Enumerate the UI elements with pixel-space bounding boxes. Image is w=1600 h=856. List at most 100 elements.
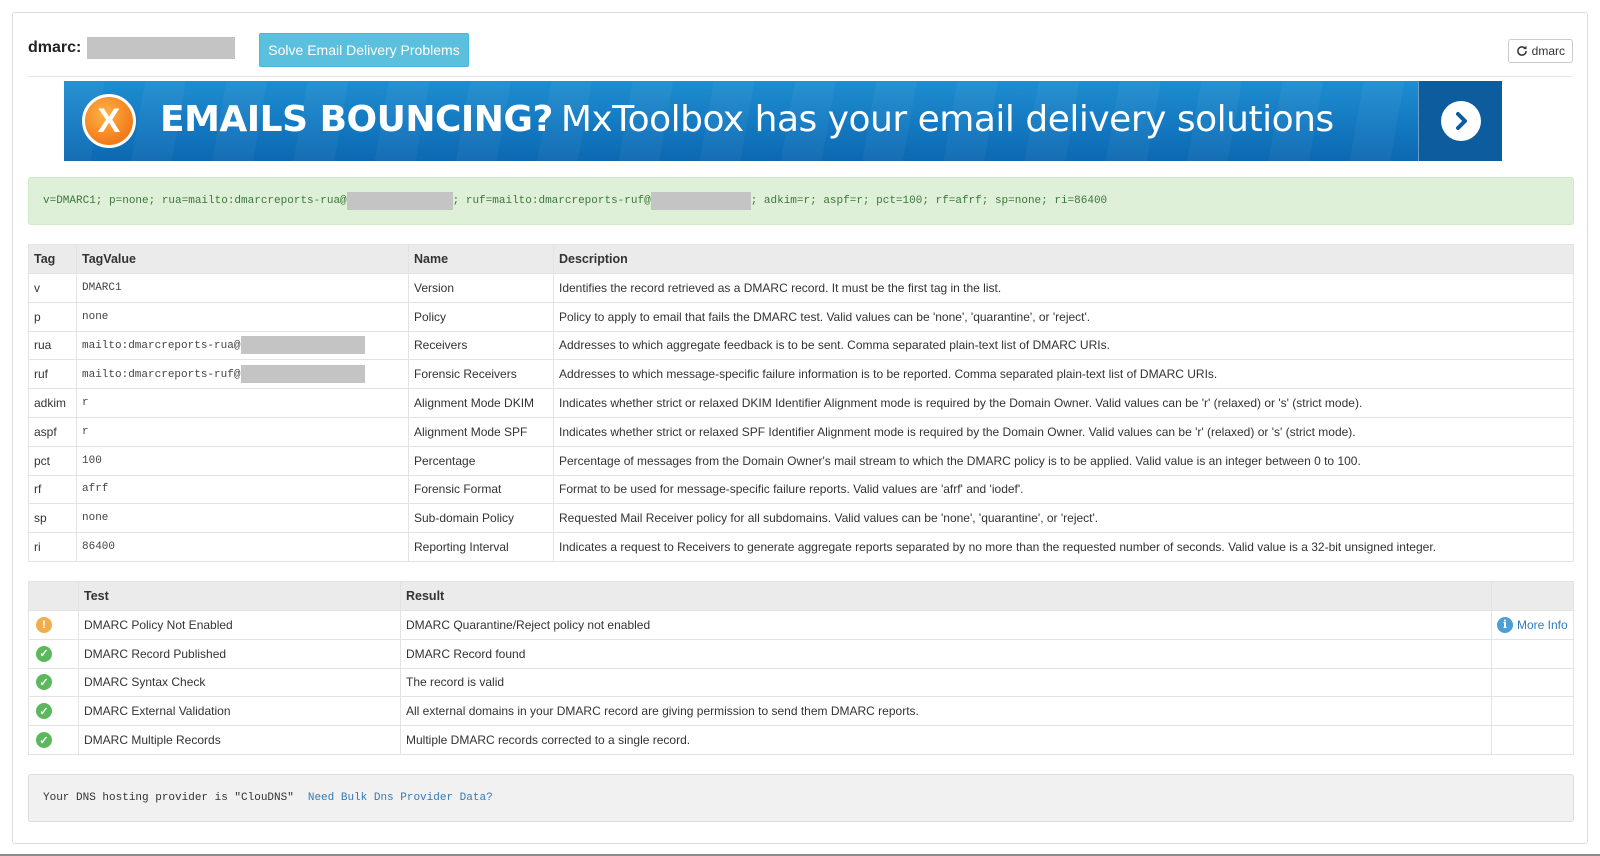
solve-email-delivery-button[interactable]: Solve Email Delivery Problems	[259, 33, 469, 67]
description-cell: Percentage of messages from the Domain O…	[553, 445, 1574, 476]
status-cell: !	[28, 610, 79, 640]
table-row: p none Policy Policy to apply to email t…	[28, 301, 1574, 332]
banner-arrow-area[interactable]	[1418, 81, 1502, 161]
name-cell: Reporting Interval	[408, 532, 554, 562]
description-cell: Identifies the record retrieved as a DMA…	[553, 273, 1574, 303]
table-row: ruf mailto:dmarcreports-ruf@ Forensic Re…	[28, 359, 1574, 390]
name-cell: Percentage	[408, 445, 554, 476]
result-cell: The record is valid	[400, 667, 1492, 698]
tag-cell: aspf	[28, 416, 77, 447]
refresh-icon	[1516, 45, 1527, 56]
description-cell: Addresses to which message-specific fail…	[553, 359, 1574, 390]
tagvalue-text: mailto:dmarcreports-rua@	[82, 340, 241, 353]
domain-redacted	[87, 37, 235, 59]
tagvalue-cell: mailto:dmarcreports-ruf@	[76, 359, 409, 390]
name-cell: Sub-domain Policy	[408, 503, 554, 534]
bulk-dns-provider-link[interactable]: Need Bulk Dns Provider Data?	[308, 792, 493, 804]
more-info-link[interactable]: i More Info	[1497, 616, 1568, 633]
tag-cell: pct	[28, 445, 77, 476]
banner-tagline: MxToolbox has your email delivery soluti…	[560, 99, 1334, 140]
more-info-cell	[1491, 667, 1574, 698]
refresh-dmarc-button[interactable]: dmarc	[1507, 39, 1573, 63]
table-row: ✓ DMARC Syntax Check The record is valid	[28, 667, 1574, 698]
description-cell: Format to be used for message-specific f…	[553, 474, 1574, 505]
tagvalue-cell: mailto:dmarcreports-rua@	[76, 330, 409, 361]
info-icon: i	[1497, 616, 1513, 633]
warning-icon: !	[36, 616, 52, 633]
table-row: aspf r Alignment Mode SPF Indicates whet…	[28, 416, 1574, 447]
col-tagvalue: TagValue	[76, 244, 409, 274]
description-cell: Requested Mail Receiver policy for all s…	[553, 503, 1574, 534]
tagvalue-text: mailto:dmarcreports-ruf@	[82, 369, 241, 382]
banner-headline: EMAILS BOUNCING?	[160, 99, 553, 140]
more-info-label: More Info	[1517, 617, 1568, 632]
status-cell: ✓	[28, 696, 79, 727]
chevron-right-icon	[1440, 101, 1481, 141]
table-row: ri 86400 Reporting Interval Indicates a …	[28, 532, 1574, 562]
check-icon: ✓	[36, 732, 52, 749]
tag-cell: ruf	[28, 359, 77, 390]
dmarc-result-panel: dmarc: Solve Email Delivery Problems dma…	[12, 12, 1588, 844]
status-cell: ✓	[28, 638, 79, 669]
more-info-cell	[1491, 696, 1574, 727]
status-cell: ✓	[28, 725, 79, 755]
result-cell: DMARC Quarantine/Reject policy not enabl…	[400, 610, 1492, 640]
check-icon: ✓	[36, 674, 52, 691]
tagvalue-cell: none	[76, 503, 409, 534]
col-description: Description	[553, 244, 1574, 274]
dns-provider-box: Your DNS hosting provider is "ClouDNS" N…	[28, 774, 1574, 822]
tag-cell: rua	[28, 330, 77, 361]
tag-cell: v	[28, 273, 77, 303]
tagvalue-cell: DMARC1	[76, 273, 409, 303]
rua-domain-redacted	[241, 336, 366, 355]
tag-cell: adkim	[28, 388, 77, 418]
x-logo-icon: X	[82, 94, 136, 148]
result-header: dmarc: Solve Email Delivery Problems dma…	[13, 13, 1587, 77]
email-delivery-banner[interactable]: X EMAILS BOUNCING? MxToolbox has your ema…	[64, 81, 1502, 161]
result-cell: Multiple DMARC records corrected to a si…	[400, 725, 1492, 755]
tag-cell: ri	[28, 532, 77, 562]
test-cell: DMARC Policy Not Enabled	[78, 610, 401, 640]
banner-text: EMAILS BOUNCING? MxToolbox has your email…	[160, 99, 1334, 140]
table-row: v DMARC1 Version Identifies the record r…	[28, 273, 1574, 303]
status-cell: ✓	[28, 667, 79, 698]
more-info-cell	[1491, 725, 1574, 755]
description-cell: Policy to apply to email that fails the …	[553, 301, 1574, 332]
table-row: rf afrf Forensic Format Format to be use…	[28, 474, 1574, 505]
name-cell: Alignment Mode DKIM	[408, 388, 554, 418]
tag-cell: rf	[28, 474, 77, 505]
ruf-domain-redacted	[241, 365, 366, 384]
check-icon: ✓	[36, 645, 52, 662]
dmarc-tags-table: Tag TagValue Name Description v DMARC1 V…	[28, 244, 1574, 562]
table-row: ! DMARC Policy Not Enabled DMARC Quarant…	[28, 610, 1574, 640]
more-info-cell	[1491, 638, 1574, 669]
col-status	[28, 581, 79, 611]
tag-cell: sp	[28, 503, 77, 534]
table-row: ✓ DMARC Multiple Records Multiple DMARC …	[28, 725, 1574, 755]
table-row: pct 100 Percentage Percentage of message…	[28, 445, 1574, 476]
refresh-button-label: dmarc	[1531, 44, 1565, 58]
result-cell: DMARC Record found	[400, 638, 1492, 669]
name-cell: Alignment Mode SPF	[408, 416, 554, 447]
description-cell: Indicates whether strict or relaxed SPF …	[553, 416, 1574, 447]
col-result: Result	[400, 581, 1492, 611]
col-tag: Tag	[28, 244, 77, 274]
description-cell: Addresses to which aggregate feedback is…	[553, 330, 1574, 361]
tags-header-row: Tag TagValue Name Description	[28, 244, 1574, 274]
result-cell: All external domains in your DMARC recor…	[400, 696, 1492, 727]
table-row: rua mailto:dmarcreports-rua@ Receivers A…	[28, 330, 1574, 361]
test-cell: DMARC Syntax Check	[78, 667, 401, 698]
ruf-domain-redacted	[650, 192, 751, 210]
dns-provider-text: Your DNS hosting provider is "ClouDNS"	[43, 792, 294, 804]
table-row: ✓ DMARC External Validation All external…	[28, 696, 1574, 727]
col-name: Name	[408, 244, 554, 274]
dmarc-record-text: v=DMARC1; p=none; rua=mailto:dmarcreport…	[28, 177, 1574, 225]
header-divider	[28, 76, 1572, 77]
tests-header-row: Test Result	[28, 581, 1574, 611]
name-cell: Version	[408, 273, 554, 303]
name-cell: Policy	[408, 301, 554, 332]
tag-cell: p	[28, 301, 77, 332]
tagvalue-cell: none	[76, 301, 409, 332]
tagvalue-cell: r	[76, 416, 409, 447]
record-part-1: v=DMARC1; p=none; rua=mailto:dmarcreport…	[43, 195, 347, 207]
